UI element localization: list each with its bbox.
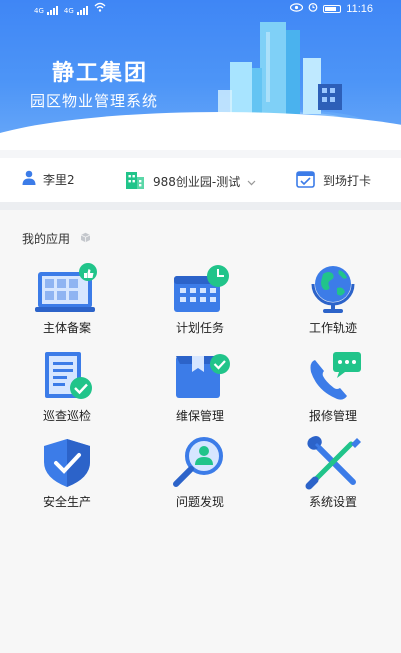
- park-selector[interactable]: 988创业园-测试: [124, 170, 256, 193]
- signal-indicators: 4G 4G: [34, 2, 106, 15]
- network-label-2: 4G: [63, 7, 74, 15]
- calendar-clock-icon: [174, 265, 229, 312]
- checkin-button[interactable]: 到场打卡: [296, 170, 371, 191]
- app-screen: 4G 4G 11:16 静工集团 园区物业管理系统 李里2 988创业园-测试 …: [0, 0, 401, 653]
- subject-filing-icon: [35, 263, 97, 312]
- header-banner: 4G 4G 11:16 静工集团 园区物业管理系统: [0, 0, 401, 150]
- header-title: 静工集团: [52, 61, 149, 86]
- app-label: 系统设置: [308, 495, 357, 509]
- app-safety[interactable]: 安全生产: [7, 436, 127, 516]
- search-person-icon: [173, 437, 223, 487]
- info-bar: 李里2 988创业园-测试 到场打卡: [0, 158, 401, 202]
- building-icon: [124, 170, 146, 193]
- app-problem-discovery[interactable]: 问题发现: [140, 436, 260, 516]
- chevron-down-icon: [247, 175, 256, 189]
- section-title: 我的应用: [22, 232, 71, 246]
- app-work-trajectory[interactable]: 工作轨迹: [273, 262, 393, 342]
- app-system-settings[interactable]: 系统设置: [273, 436, 393, 516]
- header-subtitle: 园区物业管理系统: [30, 92, 159, 110]
- wrench-screwdriver-icon: [305, 436, 361, 490]
- checkin-label: 到场打卡: [323, 174, 372, 188]
- app-label: 问题发现: [175, 495, 224, 509]
- app-maintenance[interactable]: 维保管理: [140, 350, 260, 430]
- user-icon: [22, 170, 36, 188]
- apps-section: 我的应用 主体备案 计划任务 工作轨迹 巡查巡检 维保管理 报修管理 安全生产 …: [0, 210, 401, 653]
- wifi-icon: [94, 2, 106, 15]
- app-label: 计划任务: [175, 321, 224, 335]
- app-label: 主体备案: [42, 321, 91, 335]
- checklist-icon: [45, 352, 92, 399]
- shield-check-icon: [44, 439, 90, 487]
- phone-chat-icon: [310, 352, 361, 400]
- header-wave: [0, 112, 401, 150]
- app-label: 报修管理: [308, 409, 357, 423]
- park-name: 988创业园-测试: [153, 175, 241, 189]
- app-subject-filing[interactable]: 主体备案: [7, 262, 127, 342]
- app-inspection[interactable]: 巡查巡检: [7, 350, 127, 430]
- app-label: 安全生产: [42, 495, 91, 509]
- globe-icon: [311, 266, 355, 313]
- app-label: 巡查巡检: [42, 409, 91, 423]
- package-check-icon: [176, 354, 230, 398]
- signal-icon: [46, 6, 58, 15]
- signal-icon: [76, 6, 88, 15]
- user-info[interactable]: 李里2: [22, 170, 75, 188]
- section-divider: [0, 202, 401, 210]
- user-name: 李里2: [43, 172, 75, 187]
- app-repair[interactable]: 报修管理: [273, 350, 393, 430]
- network-label-1: 4G: [34, 7, 44, 15]
- app-plan-tasks[interactable]: 计划任务: [140, 262, 260, 342]
- app-label: 维保管理: [175, 409, 224, 423]
- cube-icon: [80, 232, 91, 246]
- app-label: 工作轨迹: [308, 321, 357, 335]
- checkin-icon: [296, 170, 316, 191]
- section-header: 我的应用: [22, 230, 91, 247]
